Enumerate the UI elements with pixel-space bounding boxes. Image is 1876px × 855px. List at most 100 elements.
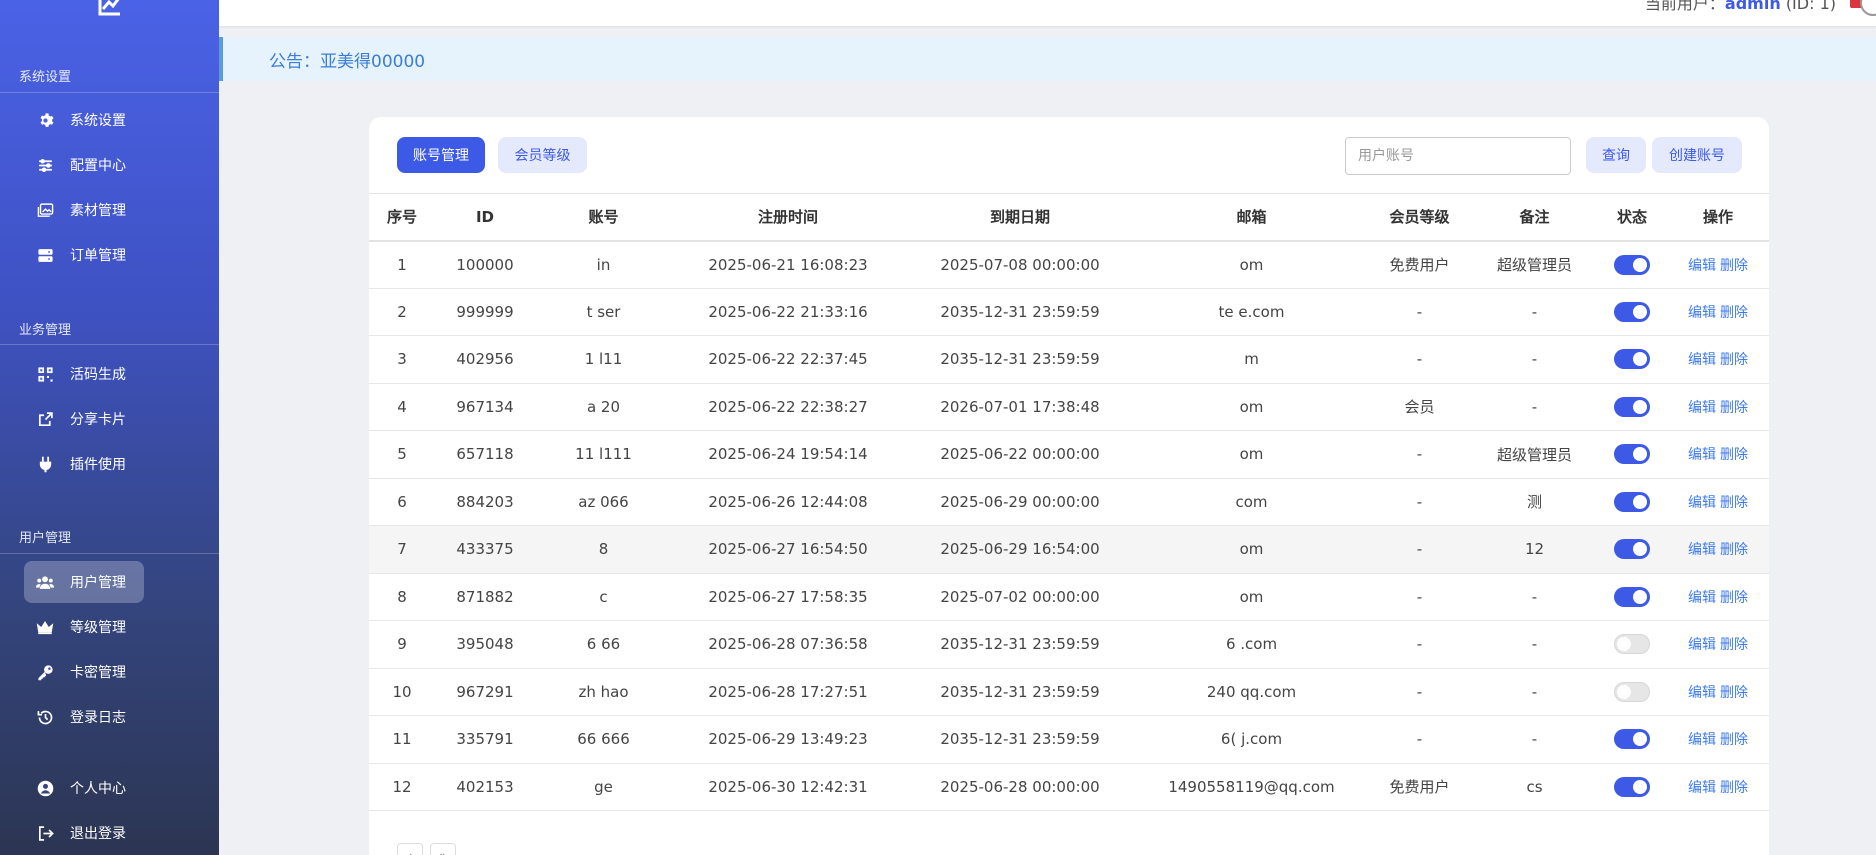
delete-link[interactable]: 删除	[1720, 400, 1748, 416]
sidebar-item-level-management[interactable]: 等级管理	[24, 606, 144, 648]
cell-account-name: c	[535, 573, 672, 621]
sidebar-item-qrcode[interactable]: 活码生成	[24, 353, 144, 395]
delete-link[interactable]: 删除	[1720, 637, 1748, 653]
create-account-button[interactable]: 创建账号	[1652, 137, 1742, 173]
delete-link[interactable]: 删除	[1720, 732, 1748, 748]
delete-link[interactable]: 删除	[1720, 447, 1748, 463]
status-toggle[interactable]	[1614, 349, 1650, 370]
sidebar-item-label: 退出登录	[70, 826, 126, 842]
pagination-prev[interactable]: ‹	[397, 843, 423, 855]
status-toggle[interactable]	[1614, 254, 1650, 275]
search-input[interactable]	[1345, 137, 1571, 175]
cell-member-level: -	[1367, 430, 1472, 479]
sidebar-item-user-management[interactable]: 用户管理	[24, 561, 144, 603]
cell-remark: 超级管理员	[1472, 240, 1597, 289]
edit-link[interactable]: 编辑	[1688, 542, 1716, 558]
edit-link[interactable]: 编辑	[1688, 780, 1716, 796]
delete-link[interactable]: 删除	[1720, 305, 1748, 321]
tab-account-management[interactable]: 账号管理	[397, 137, 485, 173]
cell-user-id: 402956	[435, 335, 535, 384]
pagination-last[interactable]: »	[430, 843, 456, 855]
col-header: 会员等级	[1367, 193, 1472, 242]
edit-link[interactable]: 编辑	[1688, 305, 1716, 321]
delete-link[interactable]: 删除	[1720, 542, 1748, 558]
cell-expire-date: 2025-07-02 00:00:00	[904, 573, 1136, 621]
crown-icon	[36, 618, 54, 636]
cell-remark: 12	[1472, 525, 1597, 574]
sidebar-item-logout[interactable]: 退出登录	[24, 812, 144, 854]
cell-actions: 编辑 删除	[1667, 763, 1769, 811]
sidebar-item-system-settings[interactable]: 系统设置	[24, 99, 144, 141]
top-bar: 当前用户：admin (ID: 1)	[219, 0, 1876, 26]
query-button[interactable]: 查询	[1586, 137, 1646, 173]
delete-link[interactable]: 删除	[1720, 352, 1748, 368]
sliders-icon	[36, 156, 54, 174]
sidebar-item-card-keys[interactable]: 卡密管理	[24, 651, 144, 693]
sidebar-item-login-log[interactable]: 登录日志	[24, 696, 144, 738]
table-row: 11 335791 66 666 2025-06-29 13:49:23 2035-12…	[369, 715, 1769, 764]
edit-link[interactable]: 编辑	[1688, 732, 1716, 748]
cell-register-time: 2025-06-30 12:42:31	[672, 763, 904, 811]
cell-register-time: 2025-06-28 07:36:58	[672, 620, 904, 669]
toggle-knob	[1633, 447, 1647, 462]
cell-email: 240 qq.com	[1136, 668, 1367, 716]
cell-email: om	[1136, 383, 1367, 431]
cell-remark: 超级管理员	[1472, 430, 1597, 479]
sidebar-item-config-center[interactable]: 配置中心	[24, 144, 144, 186]
cell-remark: -	[1472, 383, 1597, 431]
status-toggle[interactable]	[1614, 491, 1650, 512]
status-toggle[interactable]	[1614, 396, 1650, 417]
cell-user-id: 100000	[435, 240, 535, 289]
toggle-knob	[1633, 732, 1647, 747]
toggle-knob	[1633, 304, 1647, 319]
delete-link[interactable]: 删除	[1720, 495, 1748, 511]
status-toggle[interactable]	[1614, 634, 1650, 655]
cell-user-id: 657118	[435, 430, 535, 479]
edit-link[interactable]: 编辑	[1688, 637, 1716, 653]
status-toggle[interactable]	[1614, 539, 1650, 560]
status-toggle[interactable]	[1614, 301, 1650, 322]
edit-link[interactable]: 编辑	[1688, 400, 1716, 416]
accounts-table: 序号 ID 账号 注册时间 到期日期 邮箱 会员等级 备注 状态 操作 1 100…	[369, 193, 1769, 811]
edit-link[interactable]: 编辑	[1688, 352, 1716, 368]
edit-link[interactable]: 编辑	[1688, 685, 1716, 701]
cell-remark: -	[1472, 668, 1597, 716]
delete-link[interactable]: 删除	[1720, 590, 1748, 606]
table-header-row: 序号 ID 账号 注册时间 到期日期 邮箱 会员等级 备注 状态 操作	[369, 193, 1769, 242]
sidebar-item-profile[interactable]: 个人中心	[24, 767, 144, 809]
cell-member-level: 免费用户	[1367, 240, 1472, 289]
images-icon	[36, 201, 54, 219]
status-toggle[interactable]	[1614, 681, 1650, 702]
edit-link[interactable]: 编辑	[1688, 590, 1716, 606]
status-toggle[interactable]	[1614, 776, 1650, 797]
sidebar-item-material[interactable]: 素材管理	[24, 189, 144, 231]
edit-link[interactable]: 编辑	[1688, 447, 1716, 463]
current-user-name[interactable]: admin	[1725, 0, 1781, 13]
delete-link[interactable]: 删除	[1720, 258, 1748, 274]
sidebar-item-orders[interactable]: 订单管理	[24, 234, 144, 276]
edit-link[interactable]: 编辑	[1688, 258, 1716, 274]
cell-row-index: 3	[369, 335, 435, 384]
sidebar-item-label: 个人中心	[70, 781, 126, 797]
table-row: 12 402153 ge 2025-06-30 12:42:31 2025-06-28 …	[369, 763, 1769, 811]
sidebar-item-plugins[interactable]: 插件使用	[24, 443, 144, 485]
delete-link[interactable]: 删除	[1720, 685, 1748, 701]
cell-email: te e.com	[1136, 288, 1367, 336]
status-toggle[interactable]	[1614, 586, 1650, 607]
cell-user-id: 884203	[435, 478, 535, 526]
edit-link[interactable]: 编辑	[1688, 495, 1716, 511]
delete-link[interactable]: 删除	[1720, 780, 1748, 796]
table-row: 1 100000 in 2025-06-21 16:08:23 2025-07-08 0…	[369, 240, 1769, 289]
status-toggle[interactable]	[1614, 729, 1650, 750]
table-row: 6 884203 az 066 2025-06-26 12:44:08 2025-06-…	[369, 478, 1769, 526]
sidebar-item-label: 登录日志	[70, 710, 126, 726]
sidebar-item-label: 分享卡片	[70, 412, 126, 428]
cell-member-level: 会员	[1367, 383, 1472, 431]
cell-member-level: -	[1367, 620, 1472, 669]
cell-member-level: -	[1367, 525, 1472, 574]
status-toggle[interactable]	[1614, 444, 1650, 465]
tab-member-level[interactable]: 会员等级	[498, 137, 587, 173]
sidebar-item-share-card[interactable]: 分享卡片	[24, 398, 144, 440]
cell-expire-date: 2035-12-31 23:59:59	[904, 335, 1136, 384]
current-user-info: 当前用户：admin (ID: 1)	[1645, 0, 1836, 14]
